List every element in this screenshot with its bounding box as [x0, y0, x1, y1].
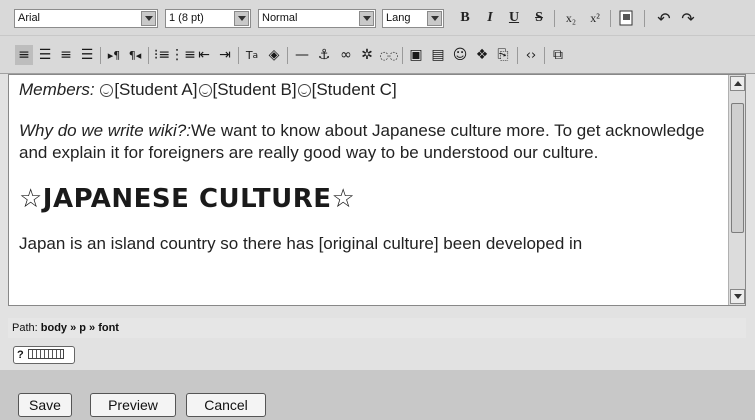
ltr-icon[interactable]: ▸¶ [105, 45, 123, 65]
section-heading: ☆JAPANESE CULTURE☆ [19, 184, 356, 214]
scroll-up-icon[interactable] [730, 76, 745, 91]
format-value: Normal [262, 12, 298, 24]
toolbar-separator [517, 47, 518, 64]
horizontal-rule-icon[interactable]: — [293, 45, 311, 65]
subscript-button[interactable]: x₂ [562, 8, 580, 28]
clipboard-icon [619, 10, 633, 26]
ordered-list-icon[interactable]: ⁝≡ [153, 45, 171, 65]
align-center-icon[interactable]: ☰ [36, 45, 54, 65]
unlink-icon[interactable]: ✲ [358, 45, 376, 65]
rtl-icon[interactable]: ¶◂ [126, 45, 144, 65]
font-family-select[interactable]: Arial [14, 9, 158, 28]
help-icon: ? [17, 349, 24, 361]
toolbar-row-1: Arial 1 (8 pt) Normal Lang B I U S x₂ x²… [0, 0, 755, 36]
toolbar-separator [402, 47, 403, 64]
search-replace-icon[interactable]: ⎘ [494, 45, 512, 65]
toolbar-row-2: ≡ ☰ ≡ ☰ ▸¶ ¶◂ ⁝≡ ⋮≡ ⇤ ⇥ Ta ◈ — ⚓ ∞ ✲ ◌◌ … [0, 36, 755, 74]
special-char-icon[interactable]: ❖ [473, 45, 491, 65]
why-paragraph: Why do we write wiki?:We want to know ab… [19, 120, 727, 164]
italic-button[interactable]: I [481, 8, 499, 28]
editor-content[interactable]: Members: :)[Student A]:)[Student B]:)[St… [19, 79, 727, 255]
align-left-icon[interactable]: ≡ [15, 45, 33, 65]
save-button[interactable]: Save [18, 393, 72, 417]
justify-icon[interactable]: ☰ [78, 45, 96, 65]
bold-button[interactable]: B [456, 8, 474, 28]
fullscreen-icon[interactable]: ⧉ [549, 45, 567, 65]
outdent-icon[interactable]: ⇤ [195, 45, 213, 65]
student-a: [Student A] [114, 80, 198, 99]
chevron-down-icon[interactable] [427, 11, 442, 26]
toolbar-separator [554, 10, 555, 27]
lang-select[interactable]: Lang [382, 9, 444, 28]
align-right-icon[interactable]: ≡ [57, 45, 75, 65]
redo-button[interactable]: ↷ [679, 8, 697, 28]
link-icon[interactable]: ∞ [337, 45, 355, 65]
toolbar-separator [644, 10, 645, 27]
smiley-icon[interactable]: ☺ [451, 45, 469, 65]
toolbar-separator [287, 47, 288, 64]
lang-value: Lang [386, 12, 411, 24]
body-paragraph: Japan is an island country so there has … [19, 234, 583, 253]
action-bar: Save Preview Cancel [0, 370, 755, 420]
cancel-button[interactable]: Cancel [186, 393, 266, 417]
members-line: Members: :)[Student A]:)[Student B]:)[St… [19, 79, 727, 101]
toolbar-separator [544, 47, 545, 64]
smiley-icon: :) [100, 84, 114, 97]
underline-button[interactable]: U [505, 8, 523, 28]
student-c: [Student C] [311, 80, 397, 99]
format-select[interactable]: Normal [258, 9, 376, 28]
text-color-icon[interactable]: Ta [243, 45, 261, 65]
smiley-icon: :) [198, 84, 212, 97]
insert-image-icon[interactable]: ▣ [407, 45, 425, 65]
toolbar-separator [100, 47, 101, 64]
anchor-icon[interactable]: ⚓ [315, 45, 333, 65]
keyboard-icon [27, 349, 64, 359]
smiley-icon: :) [297, 84, 311, 97]
preview-button[interactable]: Preview [90, 393, 176, 417]
why-label: Why do we write wiki?: [19, 121, 191, 140]
font-size-select[interactable]: 1 (8 pt) [165, 9, 251, 28]
chevron-down-icon[interactable] [234, 11, 249, 26]
nolink-icon[interactable]: ◌◌ [379, 45, 398, 65]
toolbar-separator [238, 47, 239, 64]
editor-area[interactable]: Members: :)[Student A]:)[Student B]:)[St… [8, 74, 746, 306]
student-b: [Student B] [212, 80, 297, 99]
chevron-down-icon[interactable] [141, 11, 156, 26]
font-size-value: 1 (8 pt) [169, 12, 204, 24]
path-bar: Path: body » p » font [8, 318, 746, 338]
font-family-value: Arial [18, 12, 41, 24]
clean-word-button[interactable] [617, 8, 635, 28]
vertical-scrollbar[interactable] [728, 75, 745, 305]
toolbar-separator [610, 10, 611, 27]
superscript-button[interactable]: x² [586, 8, 604, 28]
insert-table-icon[interactable]: ▤ [429, 45, 447, 65]
scroll-thumb[interactable] [731, 103, 744, 233]
html-source-icon[interactable]: ‹› [522, 45, 540, 65]
path-label: Path: [12, 322, 38, 334]
scroll-down-icon[interactable] [730, 289, 745, 304]
members-label: Members: [19, 80, 95, 99]
strikethrough-button[interactable]: S [530, 8, 548, 28]
unordered-list-icon[interactable]: ⋮≡ [170, 45, 196, 65]
path-trail[interactable]: body » p » font [41, 322, 119, 334]
keyboard-help-button[interactable]: ? [13, 346, 75, 364]
chevron-down-icon[interactable] [359, 11, 374, 26]
background-color-icon[interactable]: ◈ [265, 45, 283, 65]
indent-icon[interactable]: ⇥ [216, 45, 234, 65]
undo-button[interactable]: ↶ [655, 8, 673, 28]
toolbar-separator [148, 47, 149, 64]
